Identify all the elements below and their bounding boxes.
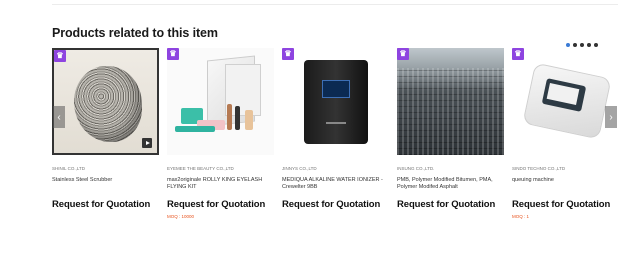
- chevron-right-icon: ›: [609, 111, 613, 123]
- section-title: Products related to this item: [52, 26, 218, 40]
- request-quotation-link[interactable]: Request for Quotation: [397, 199, 495, 210]
- pager-dot[interactable]: [566, 43, 570, 47]
- product-card[interactable]: ♛ INSUNG CO.,LTD. PMB, Polymer Modified …: [397, 48, 504, 210]
- request-quotation-link[interactable]: Request for Quotation: [52, 199, 150, 210]
- product-card[interactable]: ♛ SINDO TECHNO CO.,LTD queuing machine R…: [512, 48, 619, 219]
- moq-label: MOQ : 10000: [167, 214, 195, 219]
- product-image[interactable]: ♛: [282, 48, 389, 155]
- product-image[interactable]: ♛: [512, 48, 619, 155]
- product-image[interactable]: ♛: [397, 48, 504, 155]
- product-card[interactable]: ♛ SHINIL CO.,LTD Stainless Steel Scrubbe…: [52, 48, 159, 210]
- carousel-next-button[interactable]: ›: [605, 106, 617, 128]
- company-name[interactable]: JINNYS CO.,LTD: [282, 166, 317, 171]
- company-name[interactable]: INSUNG CO.,LTD.: [397, 166, 434, 171]
- chevron-left-icon: ‹: [57, 111, 61, 123]
- play-video-icon[interactable]: [142, 138, 152, 148]
- pager-dot[interactable]: [580, 43, 584, 47]
- premium-badge-icon: ♛: [512, 48, 524, 60]
- company-name[interactable]: SINDO TECHNO CO.,LTD: [512, 166, 565, 171]
- premium-badge-icon: ♛: [54, 50, 66, 62]
- product-name[interactable]: MEDIQUA ALKALINE WATER IONIZER - Crewelt…: [282, 177, 394, 190]
- moq-label: MOQ : 1: [512, 214, 530, 219]
- steel-scrubber-image: [74, 66, 142, 142]
- product-name[interactable]: Stainless Steel Scrubber: [52, 177, 164, 184]
- premium-badge-icon: ♛: [282, 48, 294, 60]
- product-image[interactable]: ♛: [52, 48, 159, 155]
- pager-dot[interactable]: [573, 43, 577, 47]
- request-quotation-link[interactable]: Request for Quotation: [167, 199, 265, 210]
- premium-badge-icon: ♛: [397, 48, 409, 60]
- request-quotation-link[interactable]: Request for Quotation: [282, 199, 380, 210]
- company-name[interactable]: SHINIL CO.,LTD: [52, 166, 85, 171]
- product-image[interactable]: ♛: [167, 48, 274, 155]
- pager-dot[interactable]: [587, 43, 591, 47]
- product-name[interactable]: PMB, Polymer Modified Bitumen, PMA, Poly…: [397, 177, 509, 190]
- premium-badge-icon: ♛: [167, 48, 179, 60]
- top-divider: [52, 4, 618, 5]
- carousel-pager: [566, 43, 598, 47]
- pager-dot[interactable]: [594, 43, 598, 47]
- carousel-prev-button[interactable]: ‹: [53, 106, 65, 128]
- product-card[interactable]: ♛ EYEMEE THE BEAUTY CO.,LTD max2original…: [167, 48, 274, 219]
- water-ionizer-image: [304, 60, 368, 144]
- product-card[interactable]: ♛ JINNYS CO.,LTD MEDIQUA ALKALINE WATER …: [282, 48, 389, 210]
- product-name[interactable]: max2originale ROLLY KING EYELASH FLYING …: [167, 177, 279, 190]
- product-name[interactable]: queuing machine: [512, 177, 624, 184]
- request-quotation-link[interactable]: Request for Quotation: [512, 199, 610, 210]
- related-products-carousel: ♛ SHINIL CO.,LTD Stainless Steel Scrubbe…: [52, 48, 619, 228]
- company-name[interactable]: EYEMEE THE BEAUTY CO.,LTD: [167, 166, 234, 171]
